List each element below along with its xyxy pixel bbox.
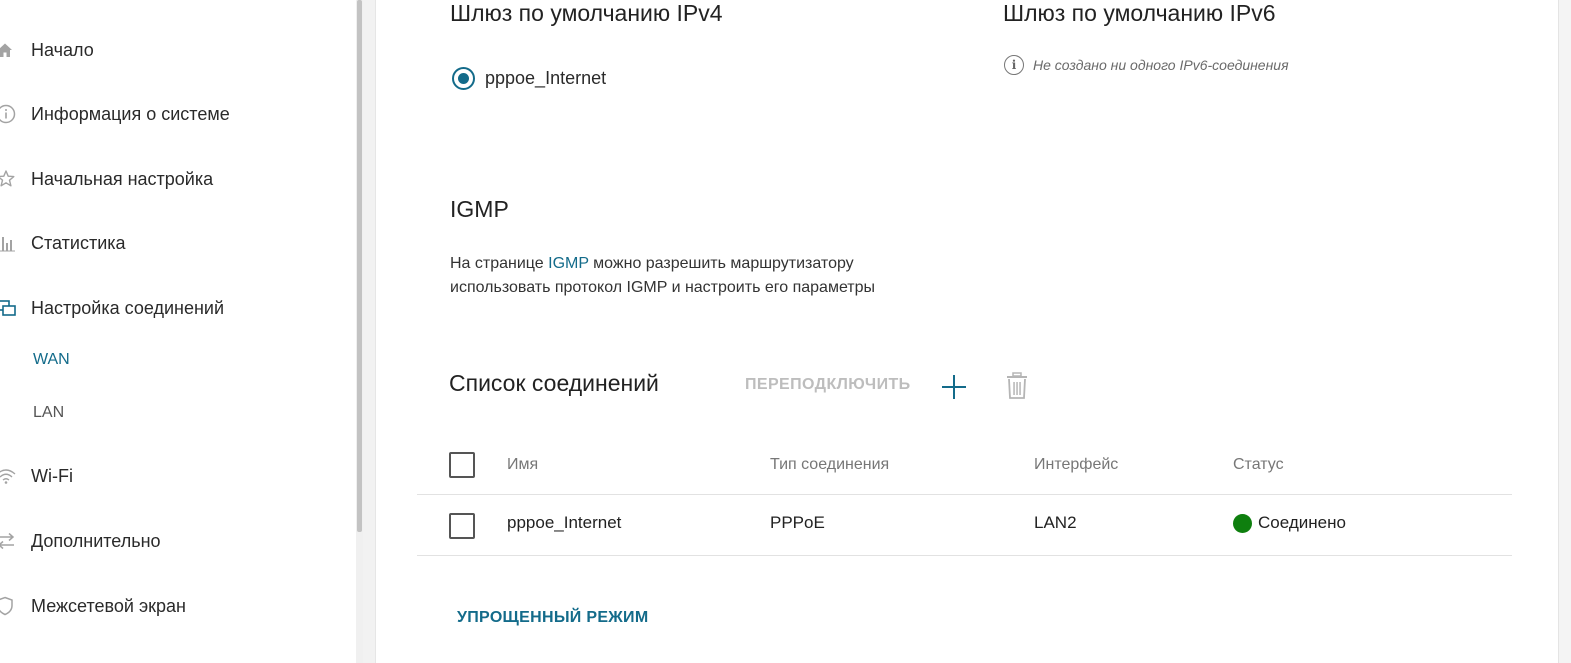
info-icon: i <box>1004 55 1024 75</box>
chart-icon <box>0 232 22 254</box>
reconnect-button[interactable]: ПЕРЕПОДКЛЮЧИТЬ <box>745 376 911 394</box>
delete-connection-button[interactable] <box>1005 371 1029 401</box>
igmp-description: На странице IGMP можно разрешить маршрут… <box>450 252 930 300</box>
sidebar-item-home[interactable]: Начало <box>0 35 94 65</box>
sidebar-scrollbar-thumb[interactable] <box>357 0 362 532</box>
cell-type: PPPoE <box>770 513 825 532</box>
column-header-interface[interactable]: Интерфейс <box>1034 456 1118 474</box>
column-header-name[interactable]: Имя <box>507 456 538 474</box>
radio-button-checked[interactable] <box>452 67 475 90</box>
connections-icon <box>0 297 22 319</box>
panel-gap <box>363 0 375 663</box>
sidebar-item-label: Статистика <box>31 232 126 253</box>
home-icon <box>0 39 22 61</box>
main-scrollbar-track[interactable] <box>1558 0 1571 663</box>
shield-icon <box>0 595 22 617</box>
star-icon <box>0 168 22 190</box>
simple-mode-link[interactable]: УПРОЩЕННЫЙ РЕЖИМ <box>457 609 649 627</box>
row-checkbox[interactable] <box>449 513 475 539</box>
cell-interface: LAN2 <box>1034 513 1077 532</box>
ipv6-note-text: Не создано ни одного IPv6-соединения <box>1033 57 1289 73</box>
sidebar-subitem-lan[interactable]: LAN <box>33 404 64 422</box>
sidebar-item-label: Начало <box>31 39 94 60</box>
sidebar-item-wifi[interactable]: Wi-Fi <box>0 461 73 491</box>
cell-name[interactable]: pppoe_Internet <box>507 513 621 533</box>
sidebar-item-label: Настройка соединений <box>31 297 224 318</box>
igmp-title: IGMP <box>450 196 509 222</box>
sidebar-item-label: Wi-Fi <box>31 465 73 486</box>
sidebar: Начало Информация о системе Начальная на… <box>0 0 356 663</box>
sidebar-item-label: Межсетевой экран <box>31 595 186 616</box>
table-divider <box>417 555 1512 556</box>
info-circle-icon <box>0 103 22 125</box>
connections-title: Список соединений <box>449 370 659 396</box>
select-all-checkbox[interactable] <box>449 452 475 478</box>
column-header-type[interactable]: Тип соединения <box>770 456 889 474</box>
sidebar-item-connections[interactable]: Настройка соединений <box>0 293 224 323</box>
status-connected-dot <box>1233 513 1252 533</box>
column-header-status[interactable]: Статус <box>1233 456 1284 474</box>
arrows-icon <box>0 530 22 552</box>
trash-icon <box>1007 372 1027 399</box>
sidebar-item-statistics[interactable]: Статистика <box>0 228 126 258</box>
sidebar-item-label: Начальная настройка <box>31 168 214 189</box>
wifi-icon <box>0 465 22 487</box>
sidebar-item-firewall[interactable]: Межсетевой экран <box>0 591 186 621</box>
table-divider <box>417 494 1512 495</box>
status-text: Соединено <box>1258 513 1346 532</box>
ipv6-gateway-note: i Не создано ни одного IPv6-соединения <box>1004 55 1289 75</box>
sidebar-subitem-wan[interactable]: WAN <box>33 351 70 369</box>
radio-label: pppoe_Internet <box>485 68 607 88</box>
igmp-link[interactable]: IGMP <box>548 255 589 272</box>
sidebar-item-advanced[interactable]: Дополнительно <box>0 526 161 556</box>
ipv4-gateway-title: Шлюз по умолчанию IPv4 <box>450 0 723 26</box>
add-connection-button[interactable] <box>940 373 968 401</box>
plus-icon <box>942 375 966 399</box>
sidebar-item-label: Информация о системе <box>31 103 230 124</box>
igmp-desc-prefix: На странице <box>450 255 549 272</box>
ipv6-gateway-title: Шлюз по умолчанию IPv6 <box>1003 0 1276 26</box>
cell-status: Соединено <box>1233 513 1346 533</box>
sidebar-item-system-info[interactable]: Информация о системе <box>0 99 230 129</box>
main-card <box>375 0 1559 663</box>
sidebar-item-initial-setup[interactable]: Начальная настройка <box>0 164 213 194</box>
sidebar-item-label: Дополнительно <box>31 530 161 551</box>
ipv4-gateway-option[interactable]: pppoe_Internet <box>452 67 606 90</box>
